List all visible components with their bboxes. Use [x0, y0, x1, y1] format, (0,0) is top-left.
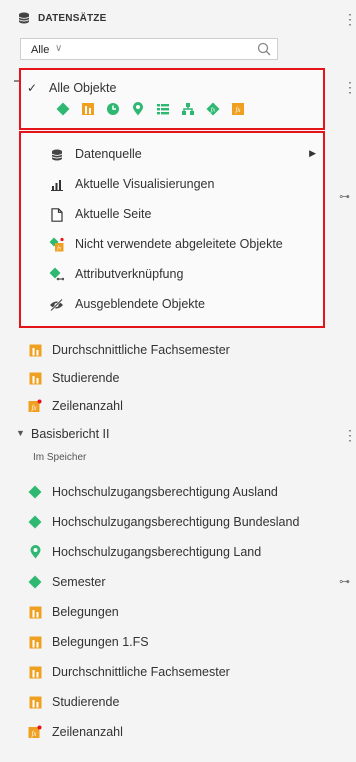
menu-item-attribute-link[interactable]: Attributverknüpfung — [21, 259, 322, 289]
all-objects-label: Alle Objekte — [49, 81, 117, 95]
field-item[interactable]: fx Zeilenanzahl — [0, 396, 356, 418]
object-filter-select[interactable]: Alle ∨ — [20, 38, 278, 60]
time-icon[interactable] — [105, 101, 121, 117]
field-item[interactable]: Belegungen — [0, 602, 356, 624]
measure-icon[interactable] — [80, 101, 96, 117]
calculated-measure-icon[interactable]: fx — [230, 101, 246, 117]
filter-menu-all-objects[interactable]: ✓ Alle Objekte fx fx — [19, 68, 325, 130]
dataset-title[interactable]: Basisbericht II — [31, 427, 110, 441]
expand-arrow-icon[interactable]: ▼ — [16, 428, 25, 438]
measure-icon — [28, 665, 42, 679]
dataset-subtitle: Im Speicher — [33, 452, 87, 463]
field-label: Studierende — [52, 371, 120, 385]
field-item[interactable]: Durchschnittliche Fachsemester — [0, 340, 356, 362]
calculated-measure-icon: fx — [28, 399, 42, 413]
object-type-icons: fx fx — [55, 100, 246, 118]
bar-chart-icon — [49, 177, 64, 192]
svg-text:fx: fx — [211, 107, 216, 114]
database-icon — [18, 12, 30, 24]
svg-text:fx: fx — [31, 730, 37, 738]
svg-text:fx: fx — [31, 404, 37, 412]
geo-icon — [28, 545, 42, 559]
datasets-menu-icon[interactable]: ⋮ — [343, 12, 356, 26]
menu-item-current-page[interactable]: Aktuelle Seite — [21, 199, 322, 229]
menu-item-current-visualizations[interactable]: Aktuelle Visualisierungen — [21, 169, 322, 199]
hierarchy-icon[interactable] — [180, 101, 196, 117]
search-icon[interactable] — [257, 42, 271, 56]
dataset-menu-icon[interactable]: ⋮ — [343, 428, 356, 442]
dimension-icon — [28, 575, 42, 589]
svg-text:fx: fx — [57, 245, 62, 252]
calculated-dimension-icon[interactable]: fx — [205, 101, 221, 117]
field-label: Belegungen 1.FS — [52, 635, 149, 649]
calculated-measure-icon: fx — [28, 725, 42, 739]
field-item[interactable]: Hochschulzugangsberechtigung Ausland — [0, 482, 356, 504]
field-item[interactable]: Semester — [0, 572, 356, 594]
field-label: Hochschulzugangsberechtigung Land — [52, 545, 262, 559]
field-label: Belegungen — [52, 605, 119, 619]
unused-derived-icon: fx — [49, 237, 64, 252]
menu-item-datasource[interactable]: Datenquelle ▶ — [21, 139, 322, 169]
field-label: Durchschnittliche Fachsemester — [52, 343, 230, 357]
field-item[interactable]: Hochschulzugangsberechtigung Land — [0, 542, 356, 564]
chevron-down-icon: ∨ — [55, 43, 63, 54]
link-connector-icon: ⊶ — [339, 191, 350, 203]
dimension-icon — [28, 515, 42, 529]
menu-item-label: Aktuelle Seite — [75, 207, 152, 221]
field-label: Zeilenanzahl — [52, 399, 123, 413]
check-icon: ✓ — [27, 81, 38, 95]
field-item[interactable]: fx Zeilenanzahl — [0, 722, 356, 744]
measure-icon — [28, 695, 42, 709]
measure-icon — [28, 371, 42, 385]
dimension-icon[interactable] — [55, 101, 71, 117]
field-label: Studierende — [52, 695, 120, 709]
hidden-eye-icon — [49, 297, 64, 312]
filter-selected-value: Alle — [31, 44, 50, 56]
field-item[interactable]: Hochschulzugangsberechtigung Bundesland — [0, 512, 356, 534]
list-icon[interactable] — [155, 101, 171, 117]
attribute-link-icon — [49, 267, 64, 282]
measure-icon — [28, 343, 42, 357]
dimension-icon — [28, 485, 42, 499]
field-label: Zeilenanzahl — [52, 725, 123, 739]
menu-item-label: Datenquelle — [75, 147, 142, 161]
dataset-menu-icon[interactable]: ⋮ — [343, 80, 356, 94]
page-icon — [49, 207, 64, 222]
geo-icon[interactable] — [130, 101, 146, 117]
link-connector-icon: ⊶ — [339, 576, 350, 588]
datasets-title: DATENSÄTZE — [38, 13, 107, 24]
field-item[interactable]: Belegungen 1.FS — [0, 632, 356, 654]
menu-item-hidden-objects[interactable]: Ausgeblendete Objekte — [21, 289, 322, 319]
menu-item-unused-derived[interactable]: fx Nicht verwendete abgeleitete Objekte — [21, 229, 322, 259]
menu-item-label: Nicht verwendete abgeleitete Objekte — [75, 237, 283, 251]
submenu-arrow-icon: ▶ — [309, 148, 316, 158]
filter-menu-list: Datenquelle ▶ Aktuelle Visualisierungen … — [19, 131, 325, 328]
field-label: Hochschulzugangsberechtigung Bundesland — [52, 515, 300, 529]
field-label: Durchschnittliche Fachsemester — [52, 665, 230, 679]
field-item[interactable]: Durchschnittliche Fachsemester — [0, 662, 356, 684]
datasets-header: DATENSÄTZE ⋮ — [0, 0, 356, 36]
field-label: Hochschulzugangsberechtigung Ausland — [52, 485, 278, 499]
field-label: Semester — [52, 575, 106, 589]
measure-icon — [28, 635, 42, 649]
field-item[interactable]: Studierende — [0, 692, 356, 714]
svg-text:fx: fx — [235, 106, 241, 114]
menu-item-label: Attributverknüpfung — [75, 267, 184, 281]
menu-item-label: Ausgeblendete Objekte — [75, 297, 205, 311]
menu-item-label: Aktuelle Visualisierungen — [75, 177, 215, 191]
field-item[interactable]: Studierende — [0, 368, 356, 390]
database-icon — [49, 147, 64, 162]
measure-icon — [28, 605, 42, 619]
